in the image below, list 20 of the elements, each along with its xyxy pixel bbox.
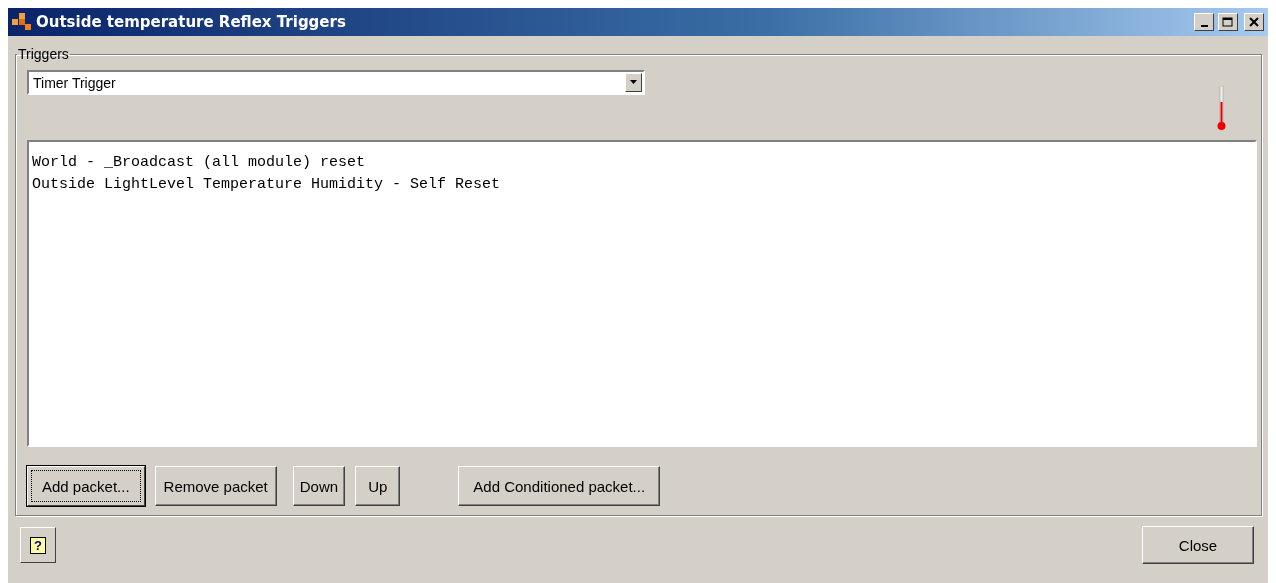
minimize-button[interactable]: [1194, 13, 1214, 31]
thermometer-icon: [1217, 86, 1227, 132]
packet-button[interactable]: Up: [355, 466, 401, 506]
packet-button[interactable]: Remove packet: [154, 466, 277, 506]
app-icon: [12, 13, 32, 31]
window-title: Outside temperature Reflex Triggers: [36, 13, 347, 31]
packet-item[interactable]: Outside LightLevel Temperature Humidity - Self Reset: [32, 174, 1252, 196]
packet-button[interactable]: Add Conditioned packet...: [458, 466, 661, 506]
maximize-button[interactable]: [1218, 13, 1238, 31]
trigger-dropdown[interactable]: Timer Trigger: [27, 70, 645, 95]
window-close-button[interactable]: [1244, 13, 1264, 31]
packet-item[interactable]: World - _Broadcast (all module) reset: [32, 152, 1252, 174]
close-button[interactable]: Close: [1142, 526, 1254, 564]
maximize-icon: [1222, 16, 1234, 28]
help-button[interactable]: ?: [20, 527, 56, 563]
minimize-icon: [1200, 25, 1208, 27]
close-icon: [1249, 17, 1259, 27]
packet-button[interactable]: Add packet...: [27, 466, 145, 506]
group-label: Triggers: [17, 46, 70, 62]
packet-button[interactable]: Down: [292, 466, 346, 506]
